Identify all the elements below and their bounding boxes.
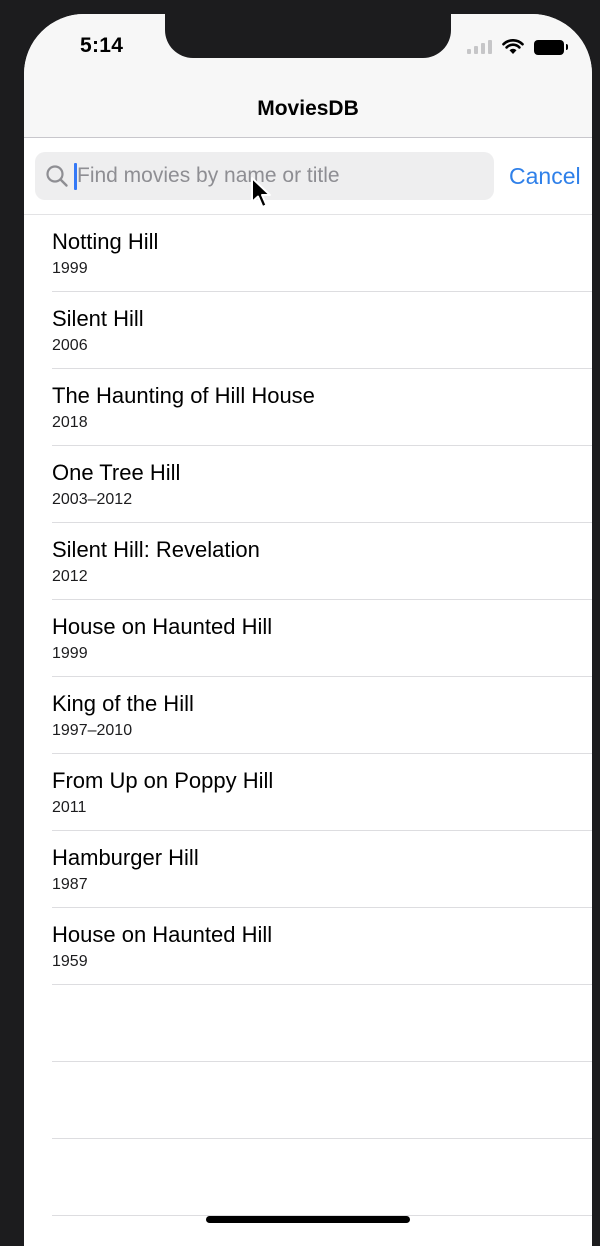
movie-title: King of the Hill (52, 691, 194, 716)
movie-title: One Tree Hill (52, 460, 181, 485)
page-title: MoviesDB (257, 96, 359, 120)
empty-row (52, 1062, 592, 1139)
search-placeholder: Find movies by name or title (77, 164, 340, 187)
movie-year: 1987 (52, 876, 88, 893)
results-list: Notting Hill 1999 Silent Hill 2006 The H… (52, 215, 592, 1216)
movie-title: The Haunting of Hill House (52, 383, 315, 408)
movie-title: Hamburger Hill (52, 845, 199, 870)
list-item[interactable]: Notting Hill 1999 (52, 215, 592, 292)
movie-year: 1997–2010 (52, 722, 133, 739)
movie-title: Silent Hill: Revelation (52, 537, 260, 562)
movie-year: 2011 (52, 799, 87, 816)
list-item[interactable]: The Haunting of Hill House 2018 (52, 369, 592, 446)
movie-title: Silent Hill (52, 306, 144, 331)
search-icon (46, 165, 68, 187)
empty-row (52, 985, 592, 1062)
list-item[interactable]: House on Haunted Hill 1999 (52, 600, 592, 677)
cellular-signal-icon (467, 40, 492, 54)
movie-title: From Up on Poppy Hill (52, 768, 274, 793)
status-time: 5:14 (80, 34, 124, 57)
home-indicator[interactable] (206, 1216, 410, 1223)
empty-row (52, 1139, 592, 1216)
list-item[interactable]: From Up on Poppy Hill 2011 (52, 754, 592, 831)
mouse-pointer-icon (251, 177, 271, 208)
movie-year: 2018 (52, 414, 88, 431)
status-icons (467, 39, 568, 55)
list-item[interactable]: Hamburger Hill 1987 (52, 831, 592, 908)
movie-title: House on Haunted Hill (52, 614, 273, 639)
list-item[interactable]: House on Haunted Hill 1959 (52, 908, 592, 985)
search-bar: Find movies by name or title Cancel (24, 139, 592, 215)
list-item[interactable]: King of the Hill 1997–2010 (52, 677, 592, 754)
list-item[interactable]: Silent Hill 2006 (52, 292, 592, 369)
movie-year: 2006 (52, 337, 88, 354)
wifi-icon (502, 39, 524, 54)
navigation-bar: MoviesDB (24, 80, 592, 138)
movie-year: 1999 (52, 645, 88, 662)
list-item[interactable]: Silent Hill: Revelation 2012 (52, 523, 592, 600)
list-item[interactable]: One Tree Hill 2003–2012 (52, 446, 592, 523)
movie-year: 1999 (52, 260, 88, 277)
movie-title: Notting Hill (52, 229, 159, 254)
battery-icon (534, 39, 568, 55)
movie-year: 2003–2012 (52, 491, 133, 508)
movie-year: 1959 (52, 953, 88, 970)
movie-year: 2012 (52, 568, 88, 585)
device-notch (165, 14, 451, 58)
movie-title: House on Haunted Hill (52, 922, 273, 947)
phone-screen: 5:14 MoviesDB Find movies by name or tit… (24, 14, 592, 1246)
cancel-button[interactable]: Cancel (509, 163, 581, 190)
